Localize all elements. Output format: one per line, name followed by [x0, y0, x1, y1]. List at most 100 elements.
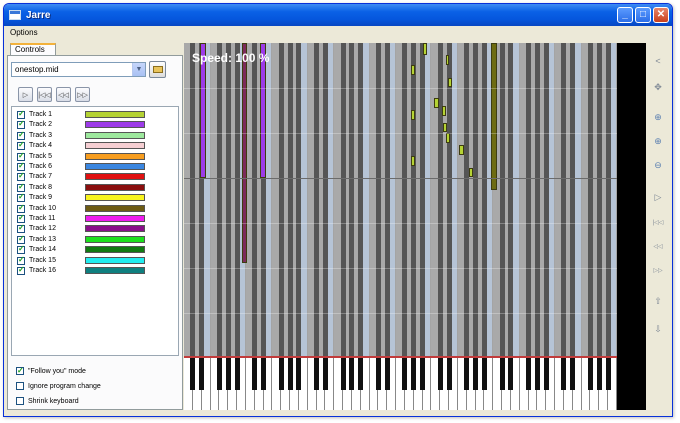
track-row[interactable]: Track 7: [17, 171, 157, 182]
black-key[interactable]: [199, 358, 205, 390]
zoom-out-button[interactable]: ⊖: [650, 157, 666, 173]
track-checkbox[interactable]: [17, 192, 25, 203]
collapse-button[interactable]: <: [650, 53, 666, 69]
track-row[interactable]: Track 5: [17, 151, 157, 162]
down-button[interactable]: ⇩: [650, 321, 666, 337]
zoom-button[interactable]: ⊕: [650, 109, 666, 125]
shrink-keyboard-checkbox[interactable]: [16, 397, 24, 405]
track-row[interactable]: Track 14: [17, 244, 157, 255]
black-key[interactable]: [526, 358, 532, 390]
track-row[interactable]: Track 2: [17, 119, 157, 130]
track-row[interactable]: Track 16: [17, 265, 157, 276]
track-row[interactable]: Track 6: [17, 161, 157, 172]
track-row[interactable]: Track 3: [17, 130, 157, 141]
track-checkbox[interactable]: [17, 203, 25, 213]
track-row[interactable]: Track 11: [17, 213, 157, 224]
track-color-swatch[interactable]: [85, 131, 145, 139]
zoom-in-button[interactable]: ⊕: [650, 133, 666, 149]
black-key[interactable]: [534, 358, 540, 390]
black-key[interactable]: [261, 358, 267, 390]
track-row[interactable]: Track 8: [17, 182, 157, 193]
open-file-button[interactable]: [149, 61, 166, 78]
track-checkbox[interactable]: [17, 151, 25, 161]
track-color-swatch[interactable]: [85, 267, 145, 274]
black-key[interactable]: [508, 358, 514, 390]
piano-roll[interactable]: Speed: 100 %: [184, 43, 617, 410]
track-checkbox[interactable]: [17, 182, 25, 192]
black-key[interactable]: [349, 358, 355, 390]
track-row[interactable]: Track 9: [17, 192, 157, 203]
black-key[interactable]: [296, 358, 302, 390]
black-key[interactable]: [499, 358, 505, 390]
black-key[interactable]: [375, 358, 381, 390]
track-checkbox[interactable]: [17, 119, 25, 130]
forward-tool-button[interactable]: ▷▷: [650, 261, 666, 277]
black-key[interactable]: [252, 358, 258, 390]
close-button[interactable]: ✕: [653, 7, 669, 23]
track-row[interactable]: Track 12: [17, 223, 157, 234]
track-row[interactable]: Track 15: [17, 255, 157, 266]
track-color-swatch[interactable]: [85, 235, 145, 243]
track-checkbox[interactable]: [17, 234, 25, 244]
black-key[interactable]: [322, 358, 328, 390]
up-button[interactable]: ⇧: [650, 293, 666, 309]
track-checkbox[interactable]: [17, 130, 25, 140]
black-key[interactable]: [587, 358, 593, 390]
track-color-swatch[interactable]: [85, 194, 145, 202]
track-row[interactable]: Track 4: [17, 140, 157, 151]
track-color-swatch[interactable]: [85, 121, 145, 129]
black-key[interactable]: [358, 358, 364, 390]
track-checkbox[interactable]: [17, 109, 25, 119]
forward-button[interactable]: ▷▷: [75, 87, 90, 102]
track-color-swatch[interactable]: [85, 163, 145, 170]
black-key[interactable]: [314, 358, 320, 390]
track-color-swatch[interactable]: [85, 183, 145, 191]
black-key[interactable]: [278, 358, 284, 390]
black-key[interactable]: [234, 358, 240, 390]
black-key[interactable]: [411, 358, 417, 390]
maximize-button[interactable]: □: [635, 7, 651, 23]
track-checkbox[interactable]: [17, 265, 25, 275]
black-key[interactable]: [402, 358, 408, 390]
menu-options[interactable]: Options: [10, 28, 38, 37]
track-checkbox[interactable]: [17, 140, 25, 151]
track-color-swatch[interactable]: [85, 204, 145, 212]
black-key[interactable]: [287, 358, 293, 390]
rewind-button[interactable]: ◁◁: [56, 87, 71, 102]
track-checkbox[interactable]: [17, 244, 25, 255]
track-color-swatch[interactable]: [85, 152, 145, 160]
track-checkbox[interactable]: [17, 255, 25, 265]
minimize-button[interactable]: _: [617, 7, 633, 23]
track-color-swatch[interactable]: [85, 111, 145, 118]
chevron-down-icon[interactable]: ▼: [132, 63, 145, 76]
black-key[interactable]: [446, 358, 452, 390]
move-button[interactable]: ✥: [650, 79, 666, 95]
ignore-program-change-checkbox[interactable]: [16, 382, 24, 390]
midi-file-select[interactable]: onestop.mid ▼: [11, 62, 146, 77]
track-checkbox[interactable]: [17, 171, 25, 182]
black-key[interactable]: [561, 358, 567, 390]
play-button[interactable]: ▷: [18, 87, 33, 102]
track-row[interactable]: Track 13: [17, 234, 157, 245]
rewind-tool-button[interactable]: ◁◁: [650, 237, 666, 253]
track-color-swatch[interactable]: [85, 173, 145, 181]
black-key[interactable]: [216, 358, 222, 390]
black-key[interactable]: [437, 358, 443, 390]
black-key[interactable]: [464, 358, 470, 390]
black-key[interactable]: [605, 358, 611, 390]
track-checkbox[interactable]: [17, 213, 25, 223]
track-checkbox[interactable]: [17, 223, 25, 234]
track-color-swatch[interactable]: [85, 256, 145, 264]
track-row[interactable]: Track 10: [17, 203, 157, 214]
track-color-swatch[interactable]: [85, 215, 145, 222]
track-row[interactable]: Track 1: [17, 109, 157, 120]
title-bar[interactable]: Jarre _ □ ✕: [4, 4, 672, 26]
piano-keyboard[interactable]: [184, 356, 617, 410]
black-key[interactable]: [596, 358, 602, 390]
black-key[interactable]: [340, 358, 346, 390]
track-checkbox[interactable]: [17, 161, 25, 171]
play-tool-button[interactable]: ▷: [650, 189, 666, 205]
black-key[interactable]: [473, 358, 479, 390]
black-key[interactable]: [481, 358, 487, 390]
black-key[interactable]: [543, 358, 549, 390]
